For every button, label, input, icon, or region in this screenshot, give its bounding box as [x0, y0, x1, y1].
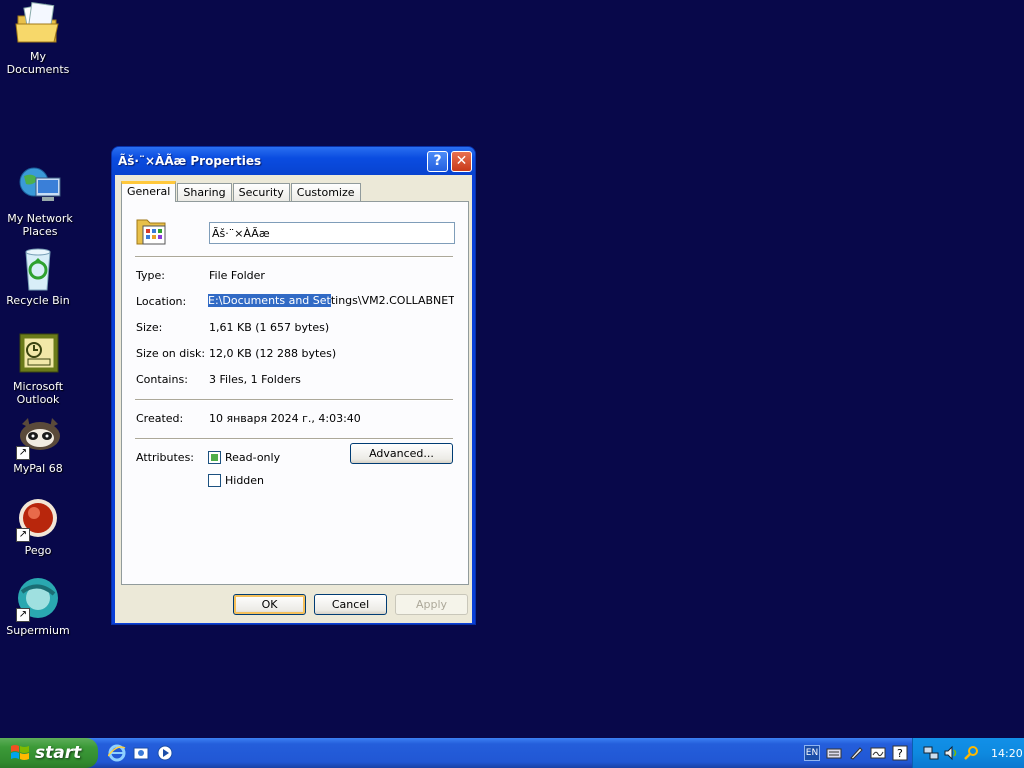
hidden-label: Hidden	[225, 474, 265, 487]
desktop-icon-pego[interactable]: ↗ Pego	[0, 496, 76, 557]
contains-label: Contains:	[136, 373, 188, 386]
dialog-titlebar[interactable]: Ãš·¨×ÀÃæ Properties ? ✕	[112, 147, 475, 175]
type-value: File Folder	[209, 269, 265, 282]
start-button[interactable]: start	[0, 738, 98, 768]
desktop-icon-label: My Documents	[6, 50, 70, 76]
media-player-icon[interactable]	[156, 744, 174, 762]
location-rest-text: tings\VM2.COLLABNET\Star	[330, 294, 454, 307]
keyboard-icon[interactable]	[826, 745, 842, 761]
notification-area-extra: EN ?	[804, 745, 908, 761]
desktop-icon-mypal[interactable]: ↗ MyPal 68	[0, 414, 76, 475]
general-tab-panel: Type: File Folder Location: E:\Documents…	[121, 201, 469, 585]
quick-launch-bar	[108, 744, 174, 762]
sound-icon[interactable]	[943, 745, 959, 761]
desktop-icon-label: Microsoft Outlook	[12, 380, 64, 406]
dialog-client-area: General Sharing Security Customize Ãš·¨×…	[115, 175, 472, 623]
hidden-checkbox[interactable]: Hidden	[208, 474, 264, 487]
dialog-title: Ãš·¨×ÀÃæ Properties	[118, 154, 262, 168]
attributes-label: Attributes:	[136, 451, 195, 464]
desktop-icon-label: Pego	[24, 544, 52, 557]
help-button[interactable]: ?	[427, 150, 448, 172]
type-label: Type:	[136, 269, 165, 282]
size-on-disk-value: 12,0 KB (12 288 bytes)	[209, 347, 337, 360]
supermium-icon: ↗	[14, 576, 62, 622]
system-tray: 14:20	[912, 738, 1024, 768]
tab-sharing[interactable]: Sharing	[177, 183, 232, 201]
taskbar: start EN ? 14:20	[0, 738, 1024, 768]
apply-button[interactable]: Apply	[395, 594, 468, 615]
close-icon: ✕	[455, 153, 468, 169]
separator	[135, 399, 453, 401]
desktop-icon-network-places[interactable]: My Network Places	[2, 164, 78, 238]
folder-icon	[135, 214, 169, 248]
location-value[interactable]: E:\Documents and Settings\VM2.COLLABNET\…	[208, 293, 454, 308]
cancel-button[interactable]: Cancel	[314, 594, 387, 615]
location-label: Location:	[136, 295, 187, 308]
desktop-icon-outlook[interactable]: Microsoft Outlook	[0, 332, 76, 406]
hidden-checkbox-box[interactable]	[208, 474, 221, 487]
desktop-icon-recycle-bin[interactable]: Recycle Bin	[0, 246, 76, 307]
separator	[135, 438, 453, 440]
pen-icon[interactable]	[848, 745, 864, 761]
location-selected-text: E:\Documents and Set	[208, 294, 331, 307]
indeterminate-mark-icon	[211, 454, 218, 461]
separator	[135, 256, 453, 258]
ok-button[interactable]: OK	[233, 594, 306, 615]
readonly-checkbox-box[interactable]	[208, 451, 221, 464]
start-label: start	[35, 743, 82, 763]
shortcut-arrow-icon: ↗	[16, 446, 30, 460]
desktop-icon-label: MyPal 68	[13, 462, 63, 475]
clock[interactable]: 14:20	[991, 747, 1023, 760]
tab-general[interactable]: General	[121, 181, 177, 202]
readonly-checkbox[interactable]: Read-only	[208, 451, 280, 464]
desktop-icon-supermium[interactable]: ↗ Supermium	[0, 576, 76, 637]
readonly-label: Read-only	[225, 451, 281, 464]
desktop-icon-my-documents[interactable]: My Documents	[0, 2, 76, 76]
size-value: 1,61 KB (1 657 bytes)	[209, 321, 330, 334]
tab-customize[interactable]: Customize	[290, 183, 361, 201]
contains-value: 3 Files, 1 Folders	[209, 373, 301, 386]
search-icon[interactable]	[963, 745, 979, 761]
tab-security[interactable]: Security	[232, 183, 290, 201]
pego-icon: ↗	[14, 496, 62, 542]
ie-icon[interactable]	[108, 744, 126, 762]
help-icon: ?	[433, 153, 442, 169]
svg-text:?: ?	[897, 747, 903, 760]
shortcut-arrow-icon: ↗	[16, 608, 30, 622]
handwriting-icon[interactable]	[870, 745, 886, 761]
windows-logo-icon	[11, 745, 29, 760]
desktop-icon-label: My Network Places	[7, 212, 73, 238]
size-on-disk-label: Size on disk:	[136, 347, 206, 360]
language-indicator[interactable]: EN	[804, 745, 820, 761]
advanced-button[interactable]: Advanced...	[350, 443, 453, 464]
desktop-icon-label: Supermium	[6, 624, 70, 637]
size-label: Size:	[136, 321, 163, 334]
close-button[interactable]: ✕	[451, 150, 472, 172]
network-icon[interactable]	[923, 745, 939, 761]
my-documents-icon	[14, 2, 62, 48]
network-places-icon	[16, 164, 64, 210]
outlook-icon	[14, 332, 62, 378]
created-label: Created:	[136, 412, 184, 425]
help-tray-icon[interactable]: ?	[892, 745, 908, 761]
mypal-icon: ↗	[14, 414, 62, 460]
created-value: 10 января 2024 г., 4:03:40	[209, 412, 361, 425]
recycle-bin-icon	[14, 246, 62, 292]
properties-dialog[interactable]: Ãš·¨×ÀÃæ Properties ? ✕ General Sharing …	[111, 146, 476, 625]
folder-name-input[interactable]	[209, 222, 455, 244]
outlook-express-icon[interactable]	[132, 744, 150, 762]
desktop-icon-label: Recycle Bin	[6, 294, 70, 307]
tab-strip: General Sharing Security Customize	[121, 181, 362, 202]
shortcut-arrow-icon: ↗	[16, 528, 30, 542]
